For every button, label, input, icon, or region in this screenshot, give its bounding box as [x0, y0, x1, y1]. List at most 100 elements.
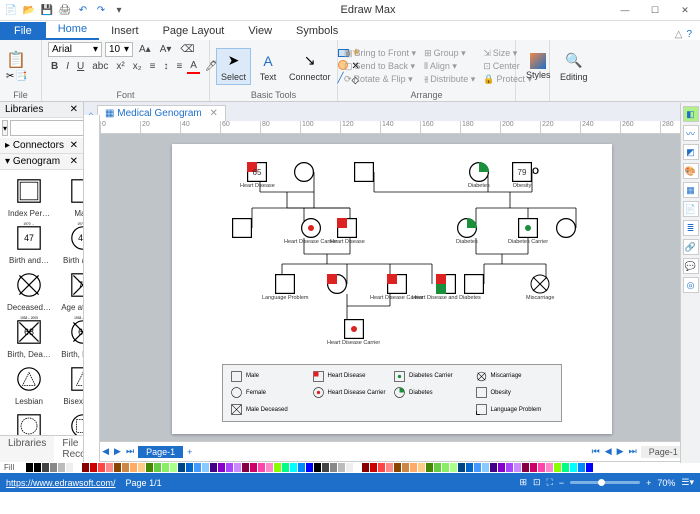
- shape-sqtrid[interactable]: Bisextual 1: [57, 361, 83, 406]
- color-swatch[interactable]: [82, 463, 89, 472]
- font-grow-icon[interactable]: A▴: [136, 42, 154, 57]
- color-swatch[interactable]: [314, 463, 321, 472]
- color-swatch[interactable]: [74, 463, 81, 472]
- tab-insert[interactable]: Insert: [99, 22, 151, 40]
- genogram-section[interactable]: ▾ Genogram✕: [0, 154, 83, 170]
- color-swatch[interactable]: [114, 463, 121, 472]
- geno-node[interactable]: 79Obesity: [512, 162, 532, 189]
- geno-node[interactable]: Language Problem: [262, 274, 308, 301]
- page-nav2-first[interactable]: ⏮: [591, 446, 601, 457]
- color-swatch[interactable]: [570, 463, 577, 472]
- shape-circsq[interactable]: Transgen…: [57, 408, 83, 435]
- qat-more-icon[interactable]: ▾: [112, 3, 126, 17]
- page-nav2-next[interactable]: ▶: [616, 446, 625, 457]
- color-swatch[interactable]: [322, 463, 329, 472]
- shape-square[interactable]: Male: [57, 173, 83, 218]
- geno-node[interactable]: Heart Disease: [330, 218, 365, 245]
- color-swatch[interactable]: [66, 463, 73, 472]
- zoom-out-icon[interactable]: −: [559, 478, 564, 488]
- editing-button[interactable]: 🔍 Editing: [556, 49, 592, 84]
- fullscreen-icon[interactable]: ⛶: [547, 477, 553, 488]
- color-swatch[interactable]: [290, 463, 297, 472]
- color-swatch[interactable]: [546, 463, 553, 472]
- color-swatch[interactable]: [330, 463, 337, 472]
- tab-view[interactable]: View: [236, 22, 284, 40]
- color-swatch[interactable]: [458, 463, 465, 472]
- geno-node[interactable]: Diabetes: [456, 218, 478, 245]
- geno-node[interactable]: Diabetes: [468, 162, 490, 189]
- color-swatch[interactable]: [226, 463, 233, 472]
- shape-circx[interactable]: Deceased…: [3, 267, 55, 312]
- color-swatch[interactable]: [218, 463, 225, 472]
- color-swatch[interactable]: [154, 463, 161, 472]
- geno-node[interactable]: [232, 218, 252, 238]
- color-swatch[interactable]: [338, 463, 345, 472]
- bold-button[interactable]: B: [48, 59, 61, 74]
- qat-print-icon[interactable]: 🖨: [58, 3, 72, 17]
- shape-sq68[interactable]: 1938 – 200568Birth, Dea…: [3, 314, 55, 359]
- close-libs-icon[interactable]: ✕: [70, 104, 78, 115]
- color-swatch[interactable]: [426, 463, 433, 472]
- font-clear-icon[interactable]: ⌫: [177, 42, 197, 57]
- geno-node[interactable]: Diabetes Carrier: [508, 218, 548, 245]
- rail-shadow-icon[interactable]: ◩: [683, 144, 699, 160]
- color-swatch[interactable]: [362, 463, 369, 472]
- shape-dsquare[interactable]: Index Per…: [3, 173, 55, 218]
- color-swatch[interactable]: [522, 463, 529, 472]
- group-button[interactable]: ⊞Group ▾: [424, 48, 475, 59]
- color-swatch[interactable]: [474, 463, 481, 472]
- rail-theme-icon[interactable]: 🎨: [683, 163, 699, 179]
- rail-comment-icon[interactable]: 💬: [683, 258, 699, 274]
- color-swatch[interactable]: [26, 463, 33, 472]
- text-button[interactable]: A Text: [254, 49, 282, 84]
- color-swatch[interactable]: [586, 463, 593, 472]
- color-swatch[interactable]: [250, 463, 257, 472]
- color-swatch[interactable]: [394, 463, 401, 472]
- page-add-icon[interactable]: +: [186, 447, 193, 457]
- geno-node[interactable]: 65Heart Disease: [240, 162, 275, 189]
- color-swatch[interactable]: [298, 463, 305, 472]
- close-doc-icon[interactable]: ✕: [210, 108, 218, 119]
- color-swatch[interactable]: [210, 463, 217, 472]
- rail-layout-icon[interactable]: ▦: [683, 182, 699, 198]
- color-swatch[interactable]: [578, 463, 585, 472]
- sup-button[interactable]: x²: [113, 59, 127, 74]
- tab-page-layout[interactable]: Page Layout: [151, 22, 237, 40]
- rotate-button[interactable]: ⟳Rotate & Flip ▾: [344, 74, 416, 85]
- color-swatch[interactable]: [130, 463, 137, 472]
- color-swatch[interactable]: [490, 463, 497, 472]
- copy-icon[interactable]: 📑: [15, 71, 27, 82]
- font-name-select[interactable]: Arial▾: [48, 42, 102, 57]
- color-swatch[interactable]: [146, 463, 153, 472]
- color-swatch[interactable]: [194, 463, 201, 472]
- color-swatch[interactable]: [50, 463, 57, 472]
- color-swatch[interactable]: [498, 463, 505, 472]
- lib-search-input[interactable]: [10, 120, 84, 136]
- send-back-button[interactable]: ▢Send to Back ▾: [344, 61, 416, 72]
- geno-node[interactable]: Heart Disease Carrier: [327, 319, 380, 346]
- geno-node[interactable]: [464, 274, 484, 294]
- help-icon[interactable]: ?: [686, 29, 692, 40]
- color-swatch[interactable]: [442, 463, 449, 472]
- ribbon-collapse-icon[interactable]: △: [675, 29, 683, 40]
- color-swatch[interactable]: [346, 463, 353, 472]
- shape-circ68[interactable]: 1938 – 200568Birth, Dea…: [57, 314, 83, 359]
- status-url[interactable]: https://www.edrawsoft.com/: [6, 478, 116, 488]
- connectors-section[interactable]: ▸ Connectors✕: [0, 138, 83, 154]
- color-swatch[interactable]: [418, 463, 425, 472]
- align-obj-button[interactable]: ⫴Align ▾: [424, 61, 475, 72]
- tab-libraries[interactable]: Libraries: [0, 436, 54, 462]
- color-swatch[interactable]: [202, 463, 209, 472]
- page-nav2-last[interactable]: ⏭: [628, 446, 638, 457]
- geno-node[interactable]: [556, 218, 576, 238]
- color-swatch[interactable]: [242, 463, 249, 472]
- color-swatch[interactable]: [434, 463, 441, 472]
- color-swatch[interactable]: [538, 463, 545, 472]
- zoom-icon[interactable]: ⊞: [519, 477, 527, 488]
- color-palette-bar[interactable]: Fill: [0, 462, 700, 473]
- tab-symbols[interactable]: Symbols: [284, 22, 350, 40]
- color-swatch[interactable]: [506, 463, 513, 472]
- underline-button[interactable]: U: [74, 59, 87, 74]
- distribute-button[interactable]: ⫵Distribute ▾: [424, 74, 475, 85]
- cut-icon[interactable]: ✂: [6, 71, 14, 82]
